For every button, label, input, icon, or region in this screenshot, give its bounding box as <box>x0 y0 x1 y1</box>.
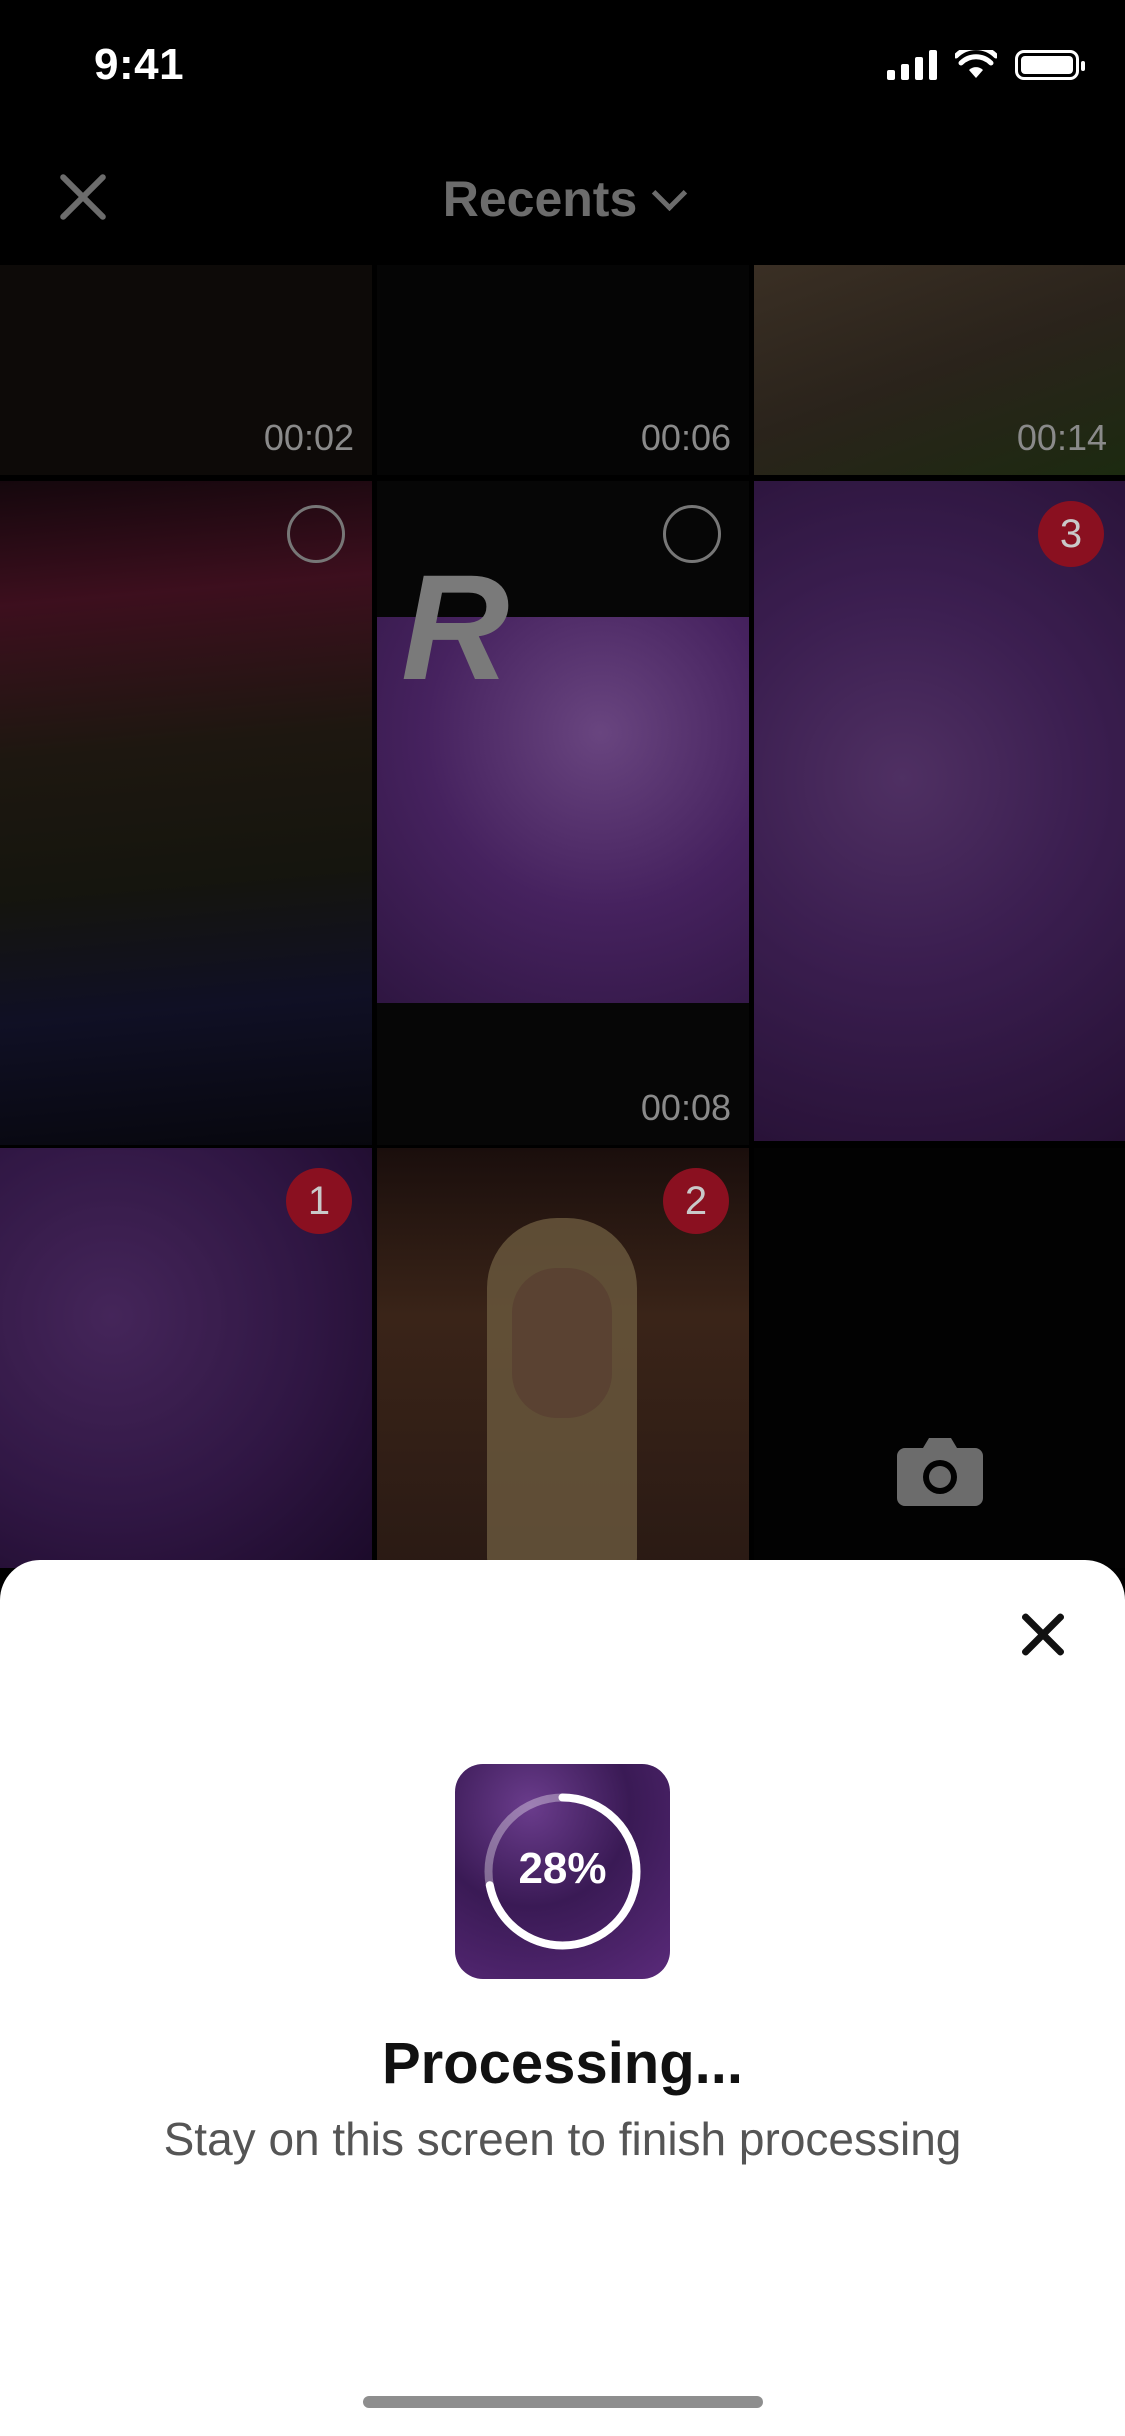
r-logo: R <box>401 543 510 711</box>
processing-sheet: 28% Processing... Stay on this screen to… <box>0 1560 1125 2436</box>
album-title: Recents <box>442 171 638 227</box>
camera-tile[interactable] <box>754 1148 1125 1568</box>
processing-title: Processing... <box>381 2031 744 2096</box>
status-icons <box>887 50 1085 80</box>
select-circle[interactable] <box>663 505 721 563</box>
selection-number-badge[interactable]: 2 <box>663 1168 729 1234</box>
status-time: 9:41 <box>94 40 185 89</box>
battery-icon <box>1015 50 1085 80</box>
media-tile-photo[interactable]: 3 <box>754 481 1125 1141</box>
media-tile-photo[interactable]: 1 <box>0 1148 372 1568</box>
video-duration: 00:06 <box>640 417 731 458</box>
media-tile-video[interactable]: 00:02 <box>0 265 372 475</box>
processing-thumbnail: 28% <box>455 1764 670 1979</box>
home-indicator <box>363 2396 763 2408</box>
processing-subtitle: Stay on this screen to finish processing <box>163 2113 962 2165</box>
selection-number-badge[interactable]: 3 <box>1038 501 1104 567</box>
album-selector[interactable]: Recents <box>0 170 1125 228</box>
media-tile-photo[interactable] <box>0 481 372 1145</box>
cellular-signal-icon <box>887 50 937 80</box>
video-duration: 00:08 <box>640 1087 731 1128</box>
media-tile-video[interactable]: 00:14 <box>754 265 1125 475</box>
media-tile-photo[interactable]: 2 <box>377 1148 749 1568</box>
media-tile-video[interactable]: 00:06 <box>377 265 749 475</box>
progress-percent: 28% <box>518 1844 607 1893</box>
selection-number-badge[interactable]: 1 <box>286 1168 352 1234</box>
video-duration: 00:02 <box>263 417 354 458</box>
wifi-icon <box>955 50 997 78</box>
close-sheet-button[interactable] <box>1021 1612 1065 1656</box>
media-tile-video[interactable]: R 00:08 <box>377 481 749 1145</box>
camera-icon <box>897 1438 983 1506</box>
video-duration: 00:14 <box>1016 417 1107 458</box>
media-picker-screen: 9:41 Recents 00:02 00:06 00:14 R 00:08 3… <box>0 0 1125 2436</box>
chevron-down-icon <box>652 175 688 212</box>
select-circle[interactable] <box>287 505 345 563</box>
